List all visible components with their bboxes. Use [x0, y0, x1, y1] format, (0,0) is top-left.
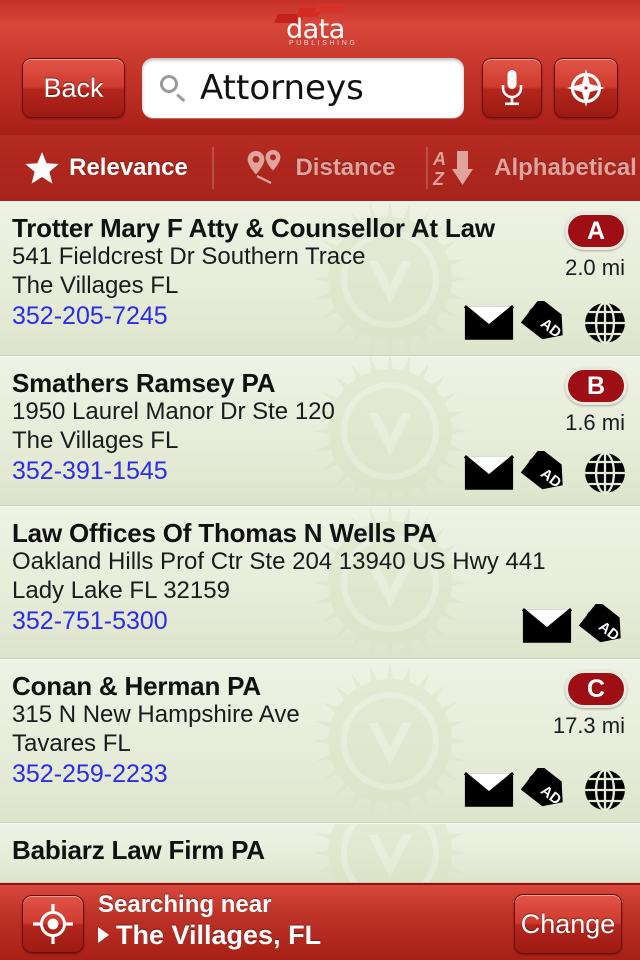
distance-label: 2.0 mi — [565, 255, 625, 280]
search-field[interactable]: Attorneys — [142, 58, 464, 118]
back-button-label: Back — [43, 72, 104, 103]
locate-me-button[interactable] — [22, 895, 84, 953]
a-to-z-arrow-icon: A Z — [432, 149, 474, 189]
sort-tab-alphabetical[interactable]: A Z Alphabetical — [428, 135, 640, 201]
logo-wordmark: data — [286, 14, 345, 45]
envelope-icon[interactable] — [520, 604, 574, 648]
globe-icon[interactable] — [578, 451, 632, 495]
sort-tab-distance[interactable]: Distance — [214, 135, 426, 201]
distance-label: 17.3 mi — [552, 713, 625, 738]
result-row-actions: AD — [462, 768, 632, 812]
sort-tab-relevance[interactable]: Relevance — [0, 135, 212, 201]
app-header: data PUBLISHING Back Attorneys — [0, 0, 640, 135]
globe-icon[interactable] — [578, 768, 632, 812]
searching-near-location[interactable]: The Villages, FL — [98, 920, 321, 951]
result-row[interactable]: Smathers Ramsey PA 1950 Laurel Manor Dr S… — [0, 356, 640, 506]
envelope-icon[interactable] — [462, 451, 516, 495]
microphone-icon — [501, 70, 523, 106]
search-icon — [158, 73, 188, 103]
star-icon — [25, 152, 59, 184]
logo-subtitle: PUBLISHING — [289, 40, 358, 47]
svg-text:Z: Z — [432, 169, 445, 189]
ad-tag-icon[interactable]: AD — [520, 301, 574, 345]
sort-tab-distance-label: Distance — [295, 154, 396, 181]
result-row-meta — [450, 834, 630, 882]
ad-tag-icon[interactable]: AD — [520, 768, 574, 812]
searching-near-block: Searching near The Villages, FL — [98, 891, 321, 951]
app-root: data PUBLISHING Back Attorneys Relevance… — [0, 0, 640, 960]
envelope-icon[interactable] — [462, 768, 516, 812]
back-button[interactable]: Back — [22, 58, 125, 118]
searching-near-title: Searching near — [98, 891, 272, 918]
search-input-value[interactable]: Attorneys — [200, 71, 364, 105]
result-row-actions: AD — [462, 301, 632, 345]
svg-text:A: A — [432, 149, 446, 169]
results-list[interactable]: Trotter Mary F Atty & Counsellor At Law 5… — [0, 201, 640, 883]
sort-tab-alphabetical-label: Alphabetical — [494, 154, 637, 181]
searching-near-location-label: The Villages, FL — [116, 919, 322, 950]
result-row[interactable]: Law Offices Of Thomas N Wells PA Oakland … — [0, 506, 640, 659]
ad-tag-icon[interactable]: AD — [578, 604, 632, 648]
change-location-label: Change — [520, 908, 616, 939]
bottom-bar: Searching near The Villages, FL Change — [0, 883, 640, 960]
map-pins-icon — [248, 150, 281, 184]
result-row[interactable]: Conan & Herman PA 315 N New Hampshire Ave… — [0, 659, 640, 823]
map-letter-badge[interactable]: B — [565, 367, 627, 405]
result-row[interactable]: Babiarz Law Firm PA — [0, 823, 640, 883]
sort-tabs: Relevance Distance A Z Alphabetical — [0, 135, 640, 201]
chevron-right-icon — [98, 927, 109, 944]
compass-rose-icon — [567, 69, 605, 107]
map-letter-badge[interactable]: A — [565, 212, 627, 250]
result-row-actions: AD — [520, 604, 632, 648]
result-row[interactable]: Trotter Mary F Atty & Counsellor At Law 5… — [0, 201, 640, 356]
map-letter-badge[interactable]: C — [565, 670, 627, 708]
distance-label: 1.6 mi — [565, 410, 625, 435]
envelope-icon[interactable] — [462, 301, 516, 345]
voice-search-button[interactable] — [482, 58, 542, 118]
ad-tag-icon[interactable]: AD — [520, 451, 574, 495]
crosshair-locate-icon — [33, 904, 73, 944]
app-logo: data PUBLISHING — [0, 2, 640, 48]
sort-tab-relevance-label: Relevance — [69, 154, 188, 181]
result-row-actions: AD — [462, 451, 632, 495]
compass-button[interactable] — [554, 58, 618, 118]
change-location-button[interactable]: Change — [514, 894, 622, 954]
globe-icon[interactable] — [578, 301, 632, 345]
